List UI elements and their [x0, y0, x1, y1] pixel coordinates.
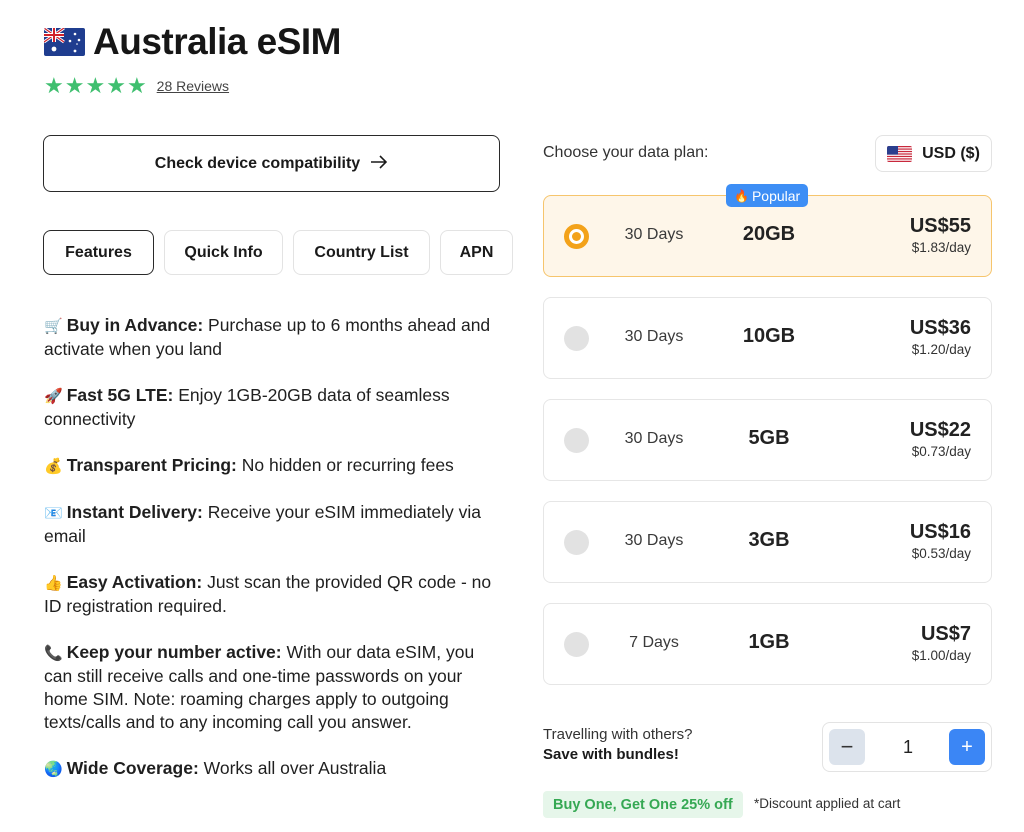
tab-quick-info[interactable]: Quick Info	[164, 230, 283, 275]
tab-apn[interactable]: APN	[440, 230, 513, 275]
envelope-icon: 📧	[44, 504, 63, 522]
bundle-prompt: Travelling with others? Save with bundle…	[543, 725, 693, 765]
thumbs-up-icon: 👍	[44, 574, 63, 592]
plan-data: 10GB	[742, 325, 796, 347]
plan-price: US$36	[909, 317, 971, 339]
bundle-question: Travelling with others?	[543, 726, 693, 743]
tab-country-list[interactable]: Country List	[293, 230, 430, 275]
us-flag-icon	[887, 145, 913, 162]
arrow-right-icon	[370, 153, 388, 174]
title-row: Australia eSIM	[44, 20, 341, 64]
check-compatibility-label: Check device compatibility	[154, 154, 361, 172]
popular-label: Popular	[751, 187, 801, 204]
feature-item: 🛒 Buy in Advance: Purchase up to 6 months…	[44, 314, 494, 361]
plan-per-day: $1.83/day	[911, 240, 971, 255]
plan-per-day: $0.73/day	[911, 444, 971, 459]
plan-option[interactable]: 30 Days 3GB US$16 $0.53/day	[543, 501, 992, 583]
feature-title: Fast 5G LTE:	[66, 385, 174, 405]
popular-badge: 🔥 Popular	[726, 184, 809, 207]
tab-features[interactable]: Features	[43, 230, 154, 275]
plan-option[interactable]: 30 Days 10GB US$36 $1.20/day	[543, 297, 992, 379]
plan-days: 30 Days	[624, 328, 684, 345]
feature-title: Transparent Pricing:	[66, 455, 237, 475]
star-icon: ★	[106, 73, 126, 98]
check-compatibility-button[interactable]: Check device compatibility	[43, 135, 500, 192]
feature-item: 🌏 Wide Coverage: Works all over Australia	[44, 757, 494, 781]
plan-price: US$22	[909, 419, 971, 441]
plan-per-day: $1.00/day	[911, 648, 971, 663]
plan-per-day: $1.20/day	[911, 342, 971, 357]
tab-bar: Features Quick Info Country List APN	[43, 230, 513, 275]
increment-button[interactable]: +	[949, 729, 985, 765]
plan-price: US$7	[920, 623, 971, 645]
star-rating: ★ ★ ★ ★ ★	[44, 73, 147, 98]
cart-icon: 🛒	[44, 317, 63, 335]
plan-option[interactable]: 30 Days 5GB US$22 $0.73/day	[543, 399, 992, 481]
globe-icon: 🌏	[44, 760, 63, 778]
plan-days: 30 Days	[624, 226, 684, 243]
rocket-icon: 🚀	[44, 387, 63, 405]
plan-label: Choose your data plan:	[543, 144, 709, 161]
feature-item: 👍 Easy Activation: Just scan the provided…	[44, 571, 494, 618]
promo-note: *Discount applied at cart	[754, 796, 901, 811]
plan-price: US$55	[909, 215, 971, 237]
plan-data: 1GB	[748, 631, 790, 653]
plan-days: 7 Days	[629, 634, 679, 651]
plan-data: 3GB	[748, 529, 790, 551]
feature-title: Instant Delivery:	[66, 502, 203, 522]
feature-title: Wide Coverage:	[66, 758, 199, 778]
rating-row: ★ ★ ★ ★ ★ 28 Reviews	[44, 73, 229, 98]
feature-item: 🚀 Fast 5G LTE: Enjoy 1GB-20GB data of sea…	[44, 384, 494, 431]
money-bag-icon: 💰	[44, 457, 63, 475]
fire-icon: 🔥	[734, 188, 749, 203]
quantity-value[interactable]: 1	[883, 737, 933, 758]
feature-item: 📧 Instant Delivery: Receive your eSIM imm…	[44, 501, 494, 548]
feature-title: Keep your number active:	[66, 642, 282, 662]
plan-days: 30 Days	[624, 532, 684, 549]
feature-item: 📞 Keep your number active: With our data …	[44, 641, 494, 734]
plan-option[interactable]: 7 Days 1GB US$7 $1.00/day	[543, 603, 992, 685]
plan-data: 5GB	[748, 427, 790, 449]
currency-selector[interactable]: USD ($)	[875, 135, 992, 172]
feature-text: No hidden or recurring fees	[236, 455, 454, 475]
plan-data: 20GB	[742, 223, 796, 245]
phone-icon: 📞	[44, 644, 63, 662]
feature-item: 💰 Transparent Pricing: No hidden or recur…	[44, 454, 494, 478]
feature-title: Easy Activation:	[66, 572, 203, 592]
plan-per-day: $0.53/day	[911, 546, 971, 561]
australia-flag-icon	[44, 28, 85, 56]
star-icon: ★	[64, 73, 85, 98]
plan-days: 30 Days	[624, 430, 684, 447]
decrement-button[interactable]: −	[829, 729, 865, 765]
reviews-link[interactable]: 28 Reviews	[157, 78, 229, 94]
feature-title: Buy in Advance:	[66, 315, 204, 335]
star-icon: ★	[85, 73, 106, 98]
star-icon: ★	[44, 73, 64, 98]
star-icon: ★	[126, 73, 147, 98]
features-list: 🛒 Buy in Advance: Purchase up to 6 months…	[44, 314, 494, 804]
plan-price: US$16	[909, 521, 971, 543]
feature-text: Works all over Australia	[198, 758, 387, 778]
currency-label: USD ($)	[922, 144, 980, 162]
promo-badge: Buy One, Get One 25% off	[543, 791, 743, 818]
bundle-cta: Save with bundles!	[543, 746, 679, 763]
quantity-stepper: − 1 +	[822, 722, 992, 772]
plan-option[interactable]: 🔥 Popular 30 Days 20GB US$55 $1.83/day	[543, 184, 992, 277]
page-title: Australia eSIM	[93, 21, 341, 62]
